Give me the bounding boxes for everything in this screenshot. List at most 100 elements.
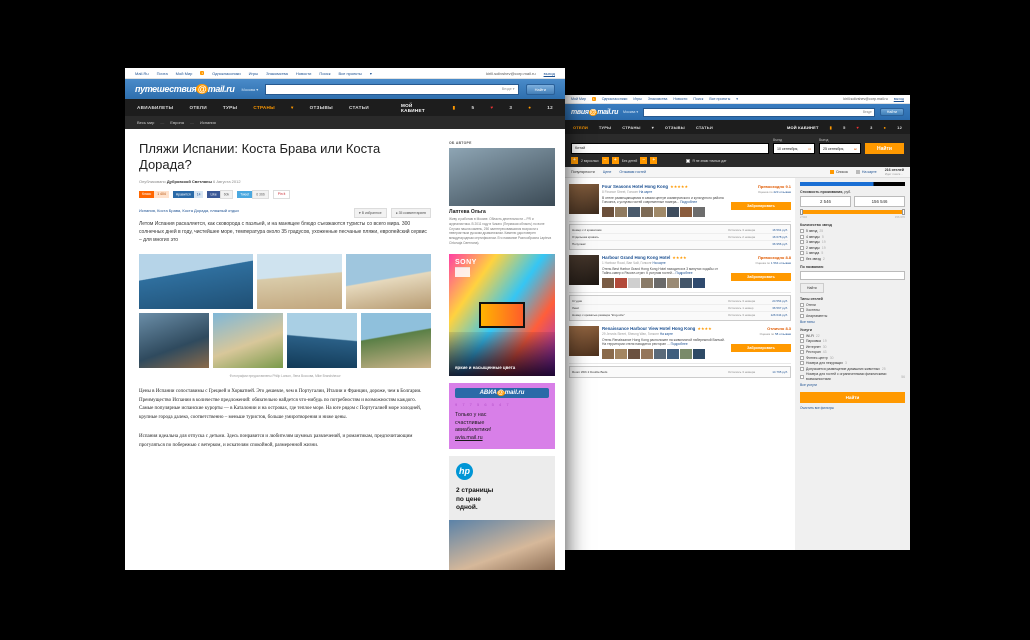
search-scope-label[interactable]: Везде ▾: [502, 87, 515, 91]
checkbox-icon[interactable]: [800, 361, 804, 365]
article-browser-window[interactable]: Mail.Ru Почта Мой Мир 1 Одноклассники Иг…: [125, 68, 565, 570]
article-tags[interactable]: Испания, Коста Брава, Коста Дорада, пляж…: [139, 208, 354, 213]
topbar-link-all-projects[interactable]: Все проекты: [338, 71, 361, 76]
topbar-logout-link[interactable]: выход: [544, 71, 555, 76]
checkbox-icon[interactable]: [800, 302, 804, 307]
comments-button[interactable]: ● 35 комментариев: [390, 207, 431, 218]
hotel-map-link[interactable]: На карте: [639, 190, 652, 194]
gallery-thumb[interactable]: [641, 277, 653, 288]
hotel-reviews-link[interactable]: 58 отзывам: [775, 332, 791, 336]
article-global-search-input[interactable]: Везде ▾: [265, 83, 519, 95]
hotel-gallery[interactable]: [602, 277, 728, 288]
topbar-link-odnoklassniki[interactable]: Одноклассники: [212, 71, 241, 76]
checkbox-icon[interactable]: [800, 339, 804, 343]
filter-stars-3[interactable]: 3 звезды 19: [800, 240, 905, 244]
hotel-map-link[interactable]: На карте: [653, 261, 666, 265]
topbar-link-news[interactable]: Новости: [296, 71, 311, 76]
gallery-thumb[interactable]: [602, 277, 614, 288]
slider-handle-min[interactable]: [800, 209, 803, 215]
checkbox-icon[interactable]: [800, 313, 804, 318]
filter-service-internet[interactable]: Интернет 30: [800, 344, 905, 349]
gallery-thumb[interactable]: [602, 206, 614, 217]
checkbox-icon[interactable]: [800, 366, 804, 371]
hotels-city-selector[interactable]: Москва ▾: [623, 110, 638, 114]
hotel-reviews-link[interactable]: 1 564 отзывам: [771, 261, 791, 265]
filter-stars-5[interactable]: 5 звезд 25: [800, 229, 905, 233]
odnoklassniki-share-button[interactable]: Класс 1 404: [139, 190, 169, 198]
view-list-toggle[interactable]: Список: [829, 170, 848, 174]
room-rate-row[interactable]: Room With 2 Double Beds Осталось 3 номер…: [572, 369, 788, 375]
adults-plus-left[interactable]: +: [571, 157, 578, 164]
gallery-thumb[interactable]: [628, 206, 640, 217]
hotel-card[interactable]: Four Seasons Hotel Hong Kong ★★★★★ 8 Fina…: [569, 181, 791, 222]
checkbox-icon[interactable]: [800, 229, 804, 233]
nav-my-cabinet[interactable]: МОЙ КАБИНЕТ: [401, 103, 437, 113]
gallery-thumb[interactable]: [654, 348, 666, 359]
filter-stars-4[interactable]: 4 звезды 5: [800, 234, 905, 239]
nav-item-reviews[interactable]: ОТЗЫВЫ: [665, 125, 685, 130]
checkbox-icon[interactable]: [686, 158, 691, 163]
checkbox-icon[interactable]: [800, 245, 804, 250]
gallery-thumb[interactable]: [667, 206, 679, 217]
topbar-link-all-projects[interactable]: Все проекты: [709, 97, 730, 101]
book-button[interactable]: Забронировать: [731, 202, 791, 210]
nav-item-articles[interactable]: СТАТЬИ: [349, 105, 369, 110]
room-rate-row[interactable]: Люкс Осталось 1 номер 36 567 руб.: [572, 305, 788, 312]
room-rate-row[interactable]: Номер с 2 кроватями Осталось 3 номера 16…: [572, 227, 788, 234]
topbar-link-mail[interactable]: Почта: [157, 71, 168, 76]
nav-my-cabinet[interactable]: МОЙ КАБИНЕТ: [787, 125, 819, 130]
gallery-thumb[interactable]: [680, 277, 692, 288]
hotel-gallery[interactable]: [602, 206, 728, 217]
hotel-thumbnail[interactable]: [569, 184, 599, 214]
children-minus[interactable]: −: [640, 157, 648, 164]
filter-stars-1[interactable]: 1 звезда 5: [800, 251, 905, 255]
nav-item-tours[interactable]: ТУРЫ: [599, 125, 611, 130]
avia-link[interactable]: avia.mail.ru: [455, 435, 549, 441]
filter-service-pets[interactable]: Допускается размещение домашних животных…: [800, 367, 905, 371]
hotel-map-link[interactable]: На карте: [660, 332, 673, 336]
room-rate-row[interactable]: Номер с кроватью размера "king-size" Ост…: [572, 312, 788, 318]
sony-ad-banner[interactable]: SONY make.believe яркие и насыщенные цве…: [449, 253, 555, 376]
filter-type-apartments[interactable]: Апартаменты: [800, 313, 905, 318]
sony-ad[interactable]: SONY make.believe яркие и насыщенные цве…: [449, 253, 555, 376]
clear-filters-link[interactable]: Очистить все фильтры: [800, 406, 905, 410]
avia-ad[interactable]: АВИА@mail.ru 9 7 7 5 6 5 4 7 Только у на…: [449, 382, 555, 450]
book-button[interactable]: Забронировать: [731, 343, 791, 352]
gallery-photo[interactable]: [213, 313, 283, 368]
breadcrumb-item-spain[interactable]: Испания: [200, 120, 216, 125]
hotel-more-link[interactable]: Подробнее: [671, 342, 688, 346]
adults-plus[interactable]: +: [611, 157, 619, 164]
gallery-thumb[interactable]: [615, 348, 627, 359]
name-filter-input[interactable]: [800, 270, 905, 280]
topbar-user-email[interactable]: kirill.solivshev@corp.mail.ru: [843, 97, 887, 101]
price-min-input[interactable]: 2 546: [800, 196, 851, 207]
filter-service-fitness[interactable]: Фитнес-центр 30: [800, 355, 905, 360]
sort-price[interactable]: Цене: [603, 170, 612, 174]
hotel-card[interactable]: Renaissance Harbour View Hotel Hong Kong…: [569, 323, 791, 364]
gallery-thumb[interactable]: [693, 277, 705, 288]
topbar-user-email[interactable]: kirill.solivshev@corp.mail.ru: [486, 71, 535, 76]
all-types-link[interactable]: Все типы: [800, 320, 905, 324]
gallery-thumb[interactable]: [667, 277, 679, 288]
gallery-thumb[interactable]: [641, 206, 653, 217]
topbar-link-dating[interactable]: Знакомства: [648, 97, 668, 101]
gallery-thumb[interactable]: [654, 206, 666, 217]
facebook-share-button[interactable]: Like 60k: [207, 189, 234, 199]
hotel-name[interactable]: Harbour Grand Hong Kong Hotel: [602, 255, 670, 260]
filter-service-accessible[interactable]: Номера для гостей с ограниченными физиче…: [800, 372, 905, 381]
breadcrumb-item-europe[interactable]: Европа: [170, 120, 184, 125]
room-rate-row[interactable]: Студия Осталось 3 номера 24 554 руб.: [572, 298, 788, 305]
gallery-thumb[interactable]: [693, 348, 705, 359]
filter-service-parking[interactable]: Парковка 19: [800, 339, 905, 343]
topbar-link-news[interactable]: Новости: [673, 97, 687, 101]
nav-item-articles[interactable]: СТАТЬИ: [696, 125, 713, 130]
adults-minus[interactable]: −: [601, 157, 609, 164]
gallery-thumb[interactable]: [654, 277, 666, 288]
topbar-link-moimir[interactable]: Мой Мир: [571, 97, 586, 101]
sort-reviews[interactable]: Отзывам гостей: [619, 170, 646, 174]
nav-item-flights[interactable]: АВИАБИЛЕТЫ: [137, 105, 173, 110]
hotel-thumbnail[interactable]: [569, 325, 599, 356]
hotel-name[interactable]: Renaissance Harbour View Hotel Hong Kong: [602, 326, 695, 331]
checkbox-icon[interactable]: [800, 333, 804, 338]
checkbox-icon[interactable]: [800, 344, 804, 349]
